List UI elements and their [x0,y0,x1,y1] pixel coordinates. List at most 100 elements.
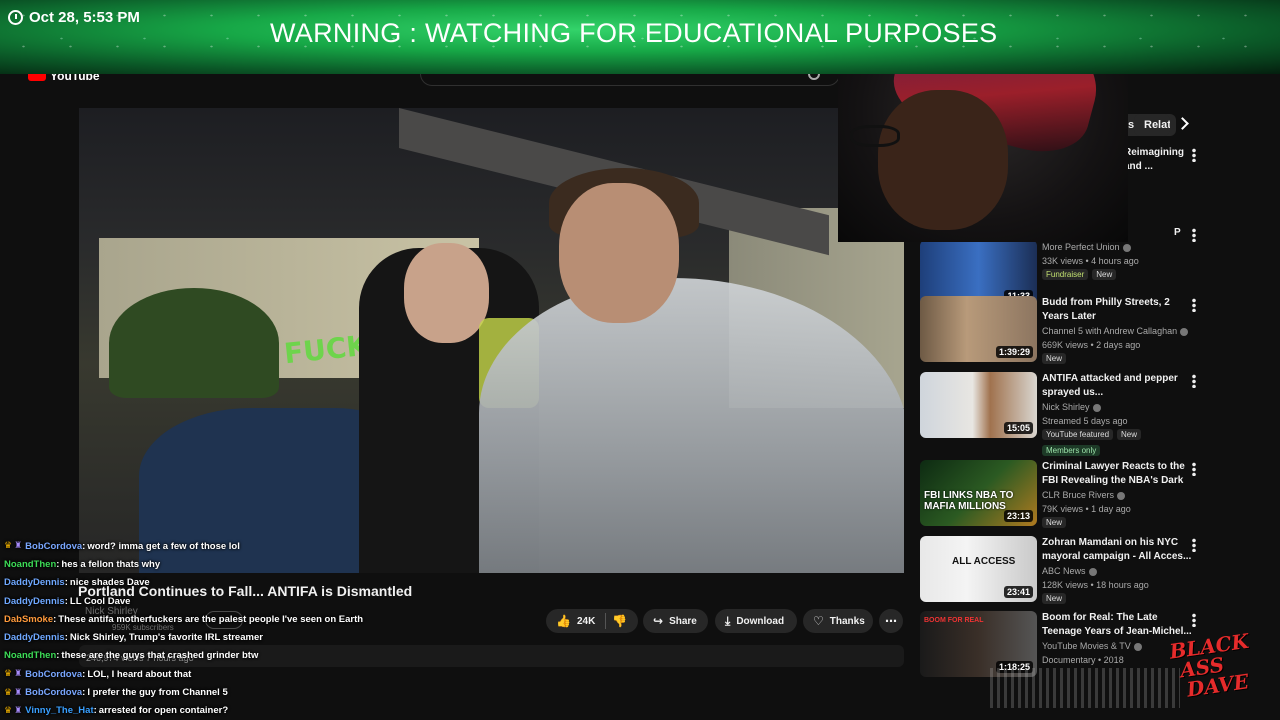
video-thumbnail[interactable]: FBI LINKS NBA TO MAFIA MILLIONS 23:13 [920,460,1037,526]
new-badge: New [1042,593,1067,604]
chat-message: NoandThen: these are the guys that crashe… [4,650,259,662]
channel-name[interactable]: ABC News [1042,564,1192,578]
channel-name[interactable]: More Perfect Union [1042,240,1192,254]
more-vert-icon[interactable] [1192,538,1196,552]
thumbnail-caption: BOOM FOR REAL [924,617,984,624]
chat-username: BobCordova [25,540,83,552]
download-button[interactable]: ⤓ Download [715,609,797,633]
video-duration: 1:39:29 [995,346,1033,358]
chat-message: DaddyDennis: Nick Shirley, Trump's favori… [4,632,263,644]
chat-text: word? imma get a few of those lol [87,540,240,552]
thumbnail-caption: ALL ACCESS [952,556,1016,567]
chat-text: LOL, I heard about that [87,668,192,680]
like-dislike-group[interactable]: 👍 24K 👎 [546,609,638,633]
chat-username: DabSmoke [4,613,54,625]
crown-badge-icon: ♛ [4,687,13,698]
channel-name[interactable]: Channel 5 with Andrew Callaghan [1042,324,1192,338]
chat-username: DaddyDennis [4,577,65,589]
view-info: 669K views • 2 days ago [1042,340,1141,350]
chat-username: BobCordova [25,687,83,699]
new-badge: New [1092,269,1117,280]
thumbs-down-icon[interactable]: 👎 [612,614,627,628]
crown-badge-icon: ♛ [4,669,13,680]
chat-text: nice shades Dave [69,577,150,589]
chat-username: DaddyDennis [4,632,65,644]
subscriber-badge-icon: ♜ [14,669,23,680]
chat-message: ♛ ♜ Vinny_The_Hat: arrested for open contai… [4,705,229,717]
clock-icon [8,10,23,25]
crown-badge-icon: ♛ [4,541,13,552]
crown-badge-icon: ♛ [4,705,13,716]
fundraiser-badge: Fundraiser [1042,269,1089,280]
more-vert-icon[interactable] [1192,148,1196,162]
warning-banner: Oct 28, 5:53 PM WARNING : WATCHING FOR E… [0,0,1280,74]
like-count: 24K [576,615,596,627]
download-icon: ⤓ [725,613,731,628]
chat-text: these are the guys that crashed grinder … [61,650,259,662]
chat-text: These antifa motherfuckers are the pales… [58,613,364,625]
video-thumbnail[interactable]: ALL ACCESS 23:41 [920,536,1037,602]
view-info: 128K views • 18 hours ago [1042,580,1149,590]
channel-logo: BLACK ASS DAVE [1167,628,1251,702]
thumbs-up-icon[interactable]: 👍 [556,614,571,628]
chat-text: LL Cool Dave [69,595,131,607]
featured-badge: YouTube featured [1042,429,1114,440]
chip-related[interactable]: Related [1134,114,1170,136]
thanks-label: Thanks [829,615,865,627]
chat-message: DaddyDennis: nice shades Dave [4,577,150,589]
chat-username: DaddyDennis [4,595,65,607]
members-only-badge: Members only [1042,445,1101,456]
video-duration: 23:13 [1003,510,1033,522]
download-label: Download [736,615,785,627]
chat-message: DaddyDennis: LL Cool Dave [4,595,131,607]
share-button[interactable]: ↪ Share [643,609,708,633]
new-badge: New [1042,353,1067,364]
video-player[interactable]: FUCK [79,108,904,573]
video-thumbnail[interactable]: 1:39:29 [920,296,1037,362]
view-info: Streamed 5 days ago [1042,416,1128,426]
more-vert-icon[interactable] [1192,613,1196,627]
video-duration: 15:05 [1003,422,1033,434]
chat-text: I prefer the guy from Channel 5 [87,687,228,699]
subscriber-badge-icon: ♜ [14,687,23,698]
thumbnail-caption: FBI LINKS NBA TO MAFIA MILLIONS [924,490,1014,512]
chat-message: NoandThen: hes a fellon thats why [4,558,161,570]
channel-name[interactable]: Nick Shirley [1042,400,1192,414]
verified-icon [1088,567,1097,576]
verified-icon [1180,327,1189,336]
more-vert-icon[interactable] [1192,298,1196,312]
new-badge: New [1117,429,1142,440]
warning-text: WARNING : WATCHING FOR EDUCATIONAL PURPO… [270,18,998,48]
video-title[interactable]: Criminal Lawyer Reacts to the FBI Reveal… [1042,460,1192,488]
chat-username: BobCordova [25,668,83,680]
chat-username: NoandThen [4,558,57,570]
stream-frame: YouTube FUCK 246,974 views 7 hours ago P… [0,0,1280,720]
more-vert-icon[interactable] [1192,228,1196,242]
subscriber-badge-icon: ♜ [14,541,23,552]
video-title[interactable]: Boom for Real: The Late Teenage Years of… [1042,611,1192,639]
video-title[interactable]: Zohran Mamdani on his NYC mayoral campai… [1042,536,1192,564]
channel-name[interactable]: CLR Bruce Rivers [1042,488,1192,502]
verified-icon [1092,403,1101,412]
chat-username: Vinny_The_Hat [25,705,94,717]
view-info: 33K views • 4 hours ago [1042,256,1139,266]
more-actions-button[interactable]: ⋯ [879,609,903,633]
more-vert-icon[interactable] [1192,462,1196,476]
video-title[interactable]: ANTIFA attacked and pepper sprayed us... [1042,372,1192,400]
video-title[interactable]: Budd from Philly Streets, 2 Years Later [1042,296,1192,324]
video-thumbnail[interactable]: 15:05 [920,372,1037,438]
more-horizontal-icon: ⋯ [885,614,897,628]
video-duration: 23:41 [1003,586,1033,598]
new-badge: New [1042,517,1067,528]
chat-message: ♛ ♜ BobCordova: LOL, I heard about that [4,668,192,680]
chat-message: DabSmoke: These antifa motherfuckers are … [4,613,364,625]
chevron-right-icon[interactable] [1176,117,1189,130]
clock-text: Oct 28, 5:53 PM [29,9,140,26]
more-vert-icon[interactable] [1192,374,1196,388]
thanks-button[interactable]: ♡ Thanks [803,609,873,633]
chat-message: ♛ ♜ BobCordova: word? imma get a few of tho… [4,540,240,552]
view-info: 79K views • 1 day ago [1042,504,1131,514]
chat-text: hes a fellon thats why [61,558,161,570]
audio-visualizer [990,668,1180,708]
share-label: Share [669,615,697,627]
